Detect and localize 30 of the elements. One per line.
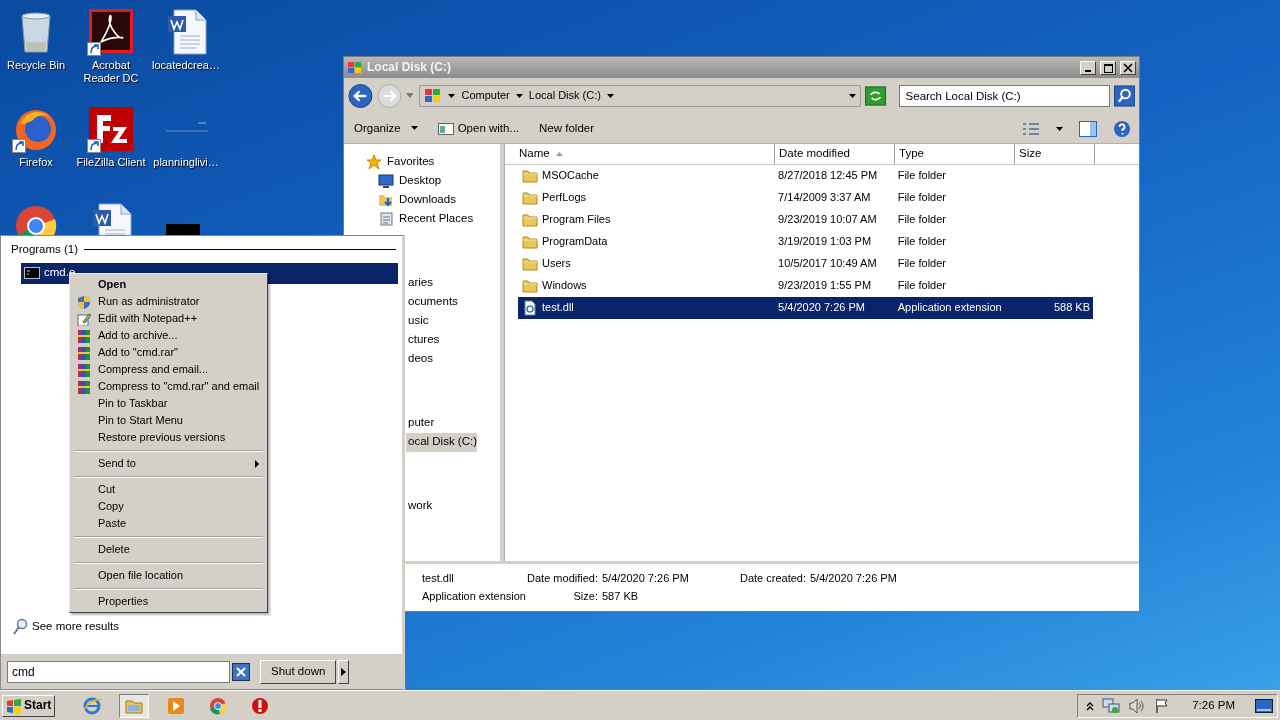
date-cell-text: 10/5/2017 10:49 AM bbox=[777, 257, 878, 271]
details-value: 5/4/2020 7:26 PM bbox=[602, 571, 690, 585]
type-cell-text: Application extension bbox=[896, 301, 1003, 315]
details-filename: test.dll bbox=[422, 571, 455, 585]
size-cell-text: 588 KB bbox=[1052, 301, 1091, 315]
file-name: Windows bbox=[542, 279, 587, 293]
details-value: 587 KB bbox=[602, 590, 640, 604]
file-name: MSOCache bbox=[542, 169, 599, 183]
file-name: test.dll bbox=[542, 301, 574, 315]
details-label: Date modified: bbox=[526, 571, 599, 585]
type-cell-text: File folder bbox=[896, 169, 947, 183]
window-title: Local Disk (C:) bbox=[367, 60, 452, 75]
type-cell-text: File folder bbox=[896, 191, 947, 205]
date-cell-text: 9/23/2019 10:07 AM bbox=[777, 213, 878, 227]
date-cell-text: 9/23/2019 1:55 PM bbox=[777, 279, 873, 293]
details-value: 5/4/2020 7:26 PM bbox=[810, 571, 898, 585]
file-name: PerfLogs bbox=[542, 191, 587, 205]
details-label: Date created: bbox=[738, 571, 807, 585]
type-cell-text: File folder bbox=[896, 213, 947, 227]
file-name: ProgramData bbox=[542, 235, 608, 249]
type-cell-text: File folder bbox=[896, 257, 947, 271]
date-cell-text: 7/14/2009 3:37 AM bbox=[777, 191, 872, 205]
type-cell-text: File folder bbox=[896, 235, 947, 249]
file-name: Users bbox=[542, 257, 571, 271]
date-cell-text: 5/4/2020 7:26 PM bbox=[777, 301, 866, 315]
file-name: Program Files bbox=[542, 213, 611, 227]
type-cell-text: File folder bbox=[896, 279, 947, 293]
section-heading: Programs (1) bbox=[11, 243, 79, 257]
date-cell-text: 8/27/2018 12:45 PM bbox=[777, 169, 879, 183]
date-cell-text: 3/19/2019 1:03 PM bbox=[777, 235, 873, 249]
